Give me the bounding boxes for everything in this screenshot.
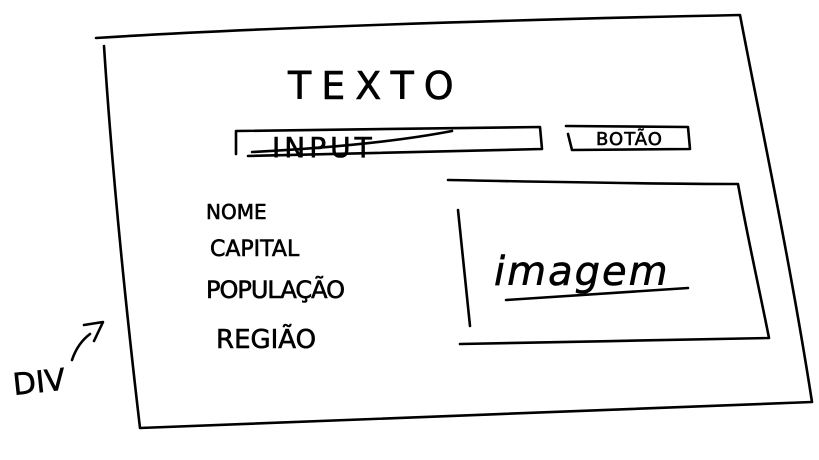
div-pointer-arrow [70, 320, 105, 362]
div-label: DIV [11, 363, 67, 403]
field-capital: CAPITAL [210, 237, 300, 262]
image-box-inner-left [456, 208, 472, 328]
field-nome: NOME [206, 200, 267, 224]
wireframe-sketch: DIV TEXTO INPUT BOTÃO NOME CAPITAL POPUL… [11, 13, 814, 430]
page-title: TEXTO [287, 64, 464, 108]
button-label: BOTÃO [596, 128, 663, 150]
field-populacao: POPULAÇÃO [206, 274, 344, 304]
field-regiao: REGIÃO [216, 323, 316, 355]
image-label: imagem [494, 249, 670, 295]
